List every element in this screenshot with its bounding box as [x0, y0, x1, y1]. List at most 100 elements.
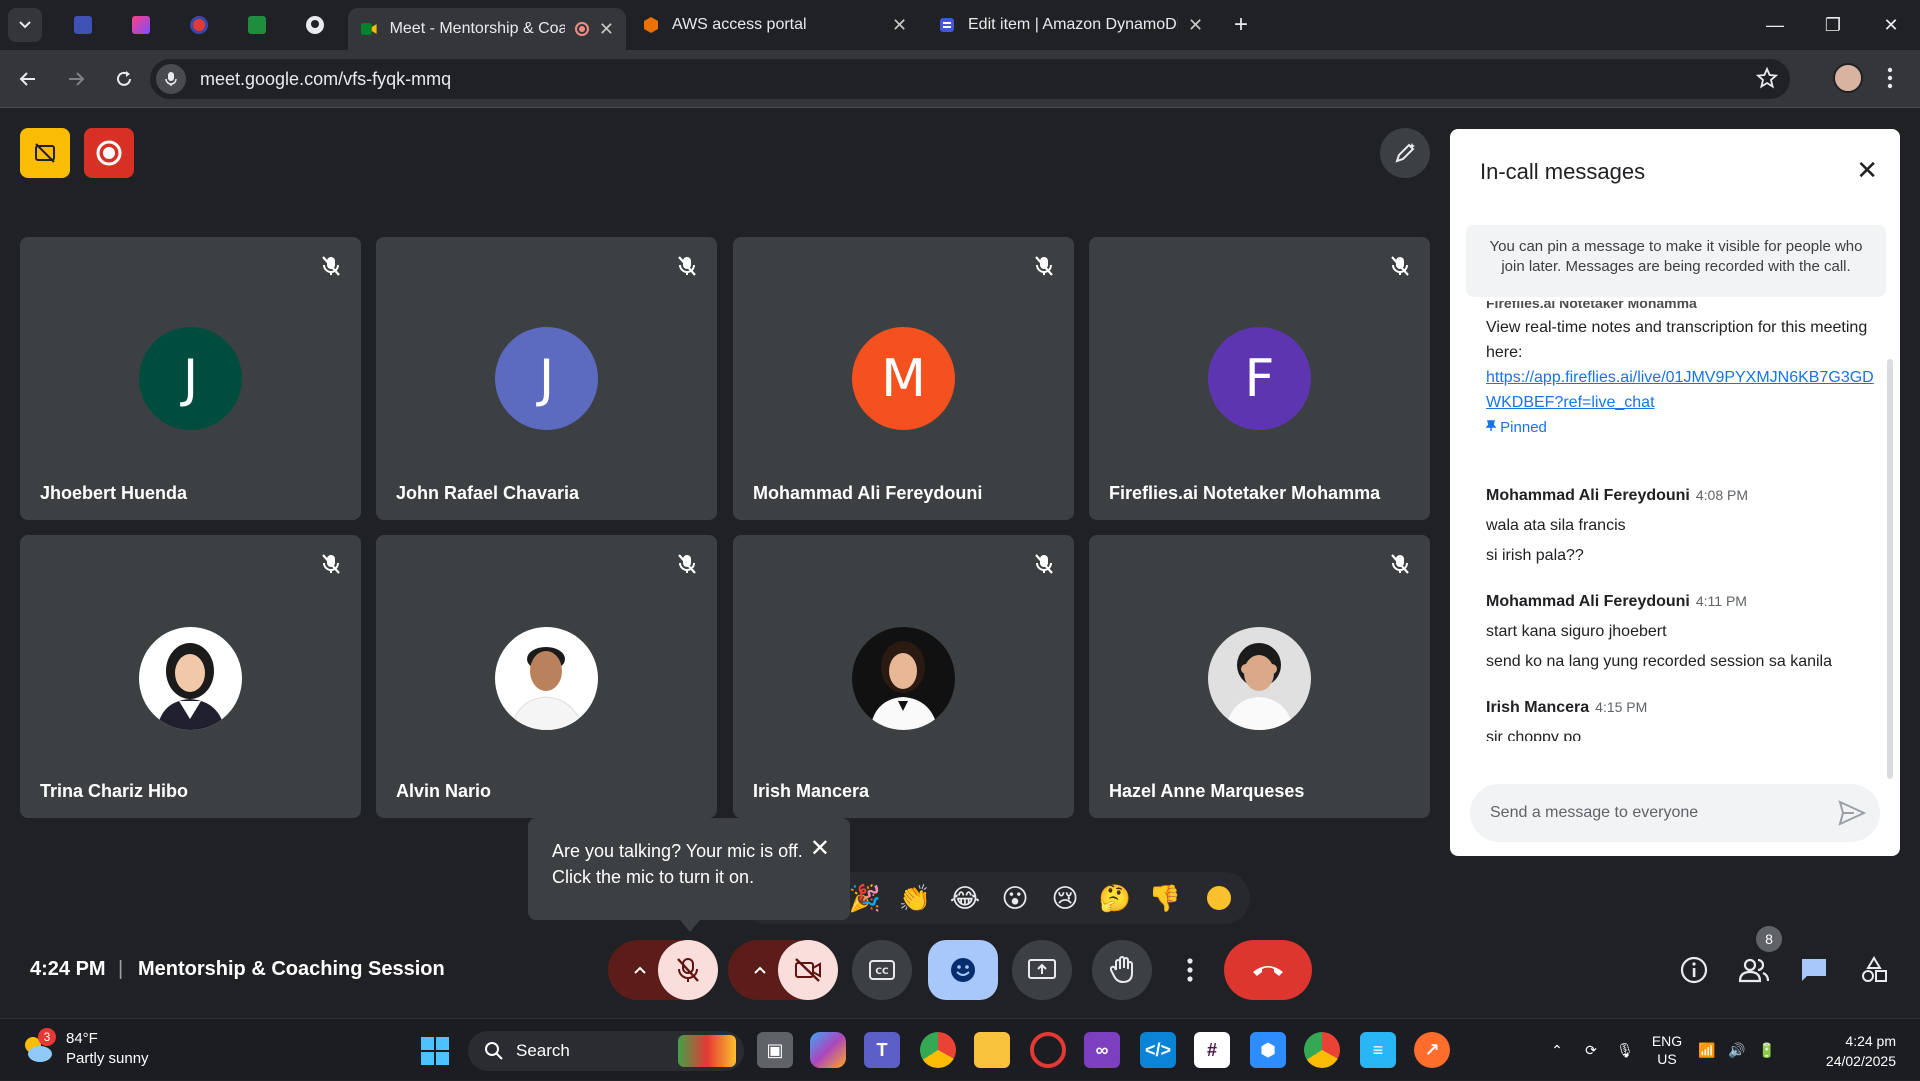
pin-notice: You can pin a message to make it visible…: [1466, 225, 1886, 297]
taskbar-search[interactable]: Search: [468, 1031, 744, 1071]
opera-icon[interactable]: [1030, 1032, 1066, 1068]
leave-call-button[interactable]: [1224, 940, 1312, 1000]
close-panel-icon[interactable]: ✕: [1856, 155, 1878, 186]
pinned-tab-5[interactable]: [286, 5, 344, 45]
reload-button[interactable]: [104, 59, 144, 99]
tab-search-button[interactable]: [8, 8, 42, 42]
tab-title: Meet - Mentorship & Coaching Session: [389, 20, 566, 37]
teams-icon[interactable]: T: [864, 1032, 900, 1068]
message-line: sir choppy po: [1486, 729, 1582, 741]
pinned-tab-4[interactable]: [228, 5, 286, 45]
copilot-icon[interactable]: [810, 1032, 846, 1068]
message-time: 4:11 PM: [1695, 593, 1747, 609]
close-tooltip-icon[interactable]: ✕: [810, 836, 830, 862]
meeting-clock: 4:24 PM: [30, 958, 106, 980]
battery-icon[interactable]: 🔋: [1752, 1042, 1782, 1059]
file-explorer-icon[interactable]: [974, 1032, 1010, 1068]
task-view-icon[interactable]: ▣: [757, 1032, 793, 1068]
postman-icon[interactable]: ↗: [1414, 1032, 1450, 1068]
notepad-icon[interactable]: ≡: [1360, 1032, 1396, 1068]
reaction-laugh[interactable]: 😂: [940, 883, 990, 914]
reaction-sad[interactable]: 😢: [1040, 883, 1090, 914]
wifi-icon[interactable]: 📶: [1692, 1042, 1722, 1059]
close-tab-icon[interactable]: ✕: [892, 15, 907, 36]
forward-button[interactable]: [56, 59, 96, 99]
profile-avatar[interactable]: [1833, 63, 1863, 93]
participant-tile[interactable]: J John Rafael Chavaria: [376, 237, 717, 520]
back-button[interactable]: [8, 59, 48, 99]
participant-tile[interactable]: Irish Mancera: [733, 535, 1074, 818]
message-line: send ko na lang yung recorded session sa…: [1486, 653, 1832, 670]
skin-tone-icon[interactable]: [1204, 883, 1234, 913]
vscode-icon[interactable]: </>: [1140, 1032, 1176, 1068]
pinned-tab-3[interactable]: [170, 5, 228, 45]
slack-icon[interactable]: #: [1194, 1032, 1230, 1068]
present-button[interactable]: [1012, 940, 1072, 1000]
tab-meet[interactable]: Meet - Mentorship & Coaching Session ✕: [348, 8, 626, 50]
chat-button[interactable]: [1792, 948, 1836, 992]
close-tab-icon[interactable]: ✕: [1188, 15, 1203, 36]
message-line: start kana siguro jhoebert: [1486, 623, 1667, 640]
address-bar[interactable]: meet.google.com/vfs-fyqk-mmq: [150, 59, 1790, 99]
microphone-icon[interactable]: 🎙: [1608, 1042, 1642, 1059]
bookmark-star-icon[interactable]: [1756, 67, 1778, 89]
sync-icon[interactable]: ⟳: [1574, 1042, 1608, 1059]
raise-hand-button[interactable]: [1092, 940, 1152, 1000]
site-info-button[interactable]: [156, 64, 186, 94]
chevron-up-icon[interactable]: ⌃: [1540, 1042, 1574, 1059]
pinned-tab-2[interactable]: [112, 5, 170, 45]
close-window-icon[interactable]: ✕: [1862, 0, 1920, 50]
chrome-profile-icon[interactable]: [920, 1032, 956, 1068]
annotate-button[interactable]: [1380, 128, 1430, 178]
captions-off-badge[interactable]: [20, 128, 70, 178]
participant-tile[interactable]: J Jhoebert Huenda: [20, 237, 361, 520]
volume-icon[interactable]: 🔊: [1722, 1042, 1752, 1059]
reaction-clap[interactable]: 👏: [890, 883, 940, 914]
participant-tile[interactable]: Hazel Anne Marqueses: [1089, 535, 1430, 818]
close-tab-icon[interactable]: ✕: [599, 19, 614, 40]
meeting-details-button[interactable]: [1672, 948, 1716, 992]
people-button[interactable]: [1732, 948, 1776, 992]
reaction-surprised[interactable]: 😮: [990, 883, 1040, 914]
reactions-button[interactable]: [928, 940, 998, 1000]
new-tab-button[interactable]: +: [1234, 11, 1248, 39]
recording-badge[interactable]: [84, 128, 134, 178]
windows-start-icon[interactable]: [421, 1037, 449, 1065]
captions-button[interactable]: CC: [852, 940, 912, 1000]
send-icon[interactable]: [1838, 800, 1866, 826]
minimize-icon[interactable]: —: [1746, 0, 1804, 50]
taskbar-clock[interactable]: 4:24 pm 24/02/2025: [1826, 1031, 1896, 1071]
mic-toggle-button[interactable]: [658, 940, 718, 1000]
participant-tile[interactable]: Alvin Nario: [376, 535, 717, 818]
camera-toggle-button[interactable]: [778, 940, 838, 1000]
more-vert-icon[interactable]: [1880, 64, 1900, 92]
more-options-button[interactable]: [1170, 940, 1210, 1000]
participant-tile[interactable]: F Fireflies.ai Notetaker Mohamma: [1089, 237, 1430, 520]
reaction-thumbs-down[interactable]: 👎: [1140, 883, 1190, 914]
tab-dynamodb[interactable]: Edit item | Amazon DynamoDB ✕: [926, 5, 1222, 45]
app-hex-icon[interactable]: ⬢: [1250, 1032, 1286, 1068]
recording-indicator-icon: [575, 22, 589, 36]
restore-icon[interactable]: ❐: [1804, 0, 1862, 50]
message-input[interactable]: Send a message to everyone: [1470, 784, 1880, 842]
dynamodb-icon: [940, 18, 954, 32]
weather-widget[interactable]: 3 84°F Partly sunny: [20, 1028, 149, 1069]
participant-tile[interactable]: Trina Chariz Hibo: [20, 535, 361, 818]
reaction-thinking[interactable]: 🤔: [1090, 883, 1140, 914]
language-indicator[interactable]: ENG US: [1642, 1032, 1692, 1068]
chrome-icon[interactable]: [1304, 1032, 1340, 1068]
visual-studio-icon[interactable]: ∞: [1084, 1032, 1120, 1068]
pinned-label: Pinned: [1485, 415, 1876, 440]
participant-tile[interactable]: M Mohammad Ali Fereydouni: [733, 237, 1074, 520]
participant-name: Alvin Nario: [396, 781, 492, 801]
mic-off-tooltip: Are you talking? Your mic is off. Click …: [528, 818, 850, 920]
camera-off-icon: [795, 958, 821, 982]
google-meet-icon: [360, 23, 377, 35]
tab-aws[interactable]: AWS access portal ✕: [630, 5, 926, 45]
activities-button[interactable]: [1852, 948, 1896, 992]
participant-name: Hazel Anne Marqueses: [1109, 781, 1305, 801]
messages-scrollbar[interactable]: [1887, 359, 1893, 779]
pinned-message-link[interactable]: https://app.fireflies.ai/live/01JMV9PYXM…: [1486, 365, 1876, 415]
pinned-tab-1[interactable]: [54, 5, 112, 45]
participant-photo: [852, 627, 955, 730]
